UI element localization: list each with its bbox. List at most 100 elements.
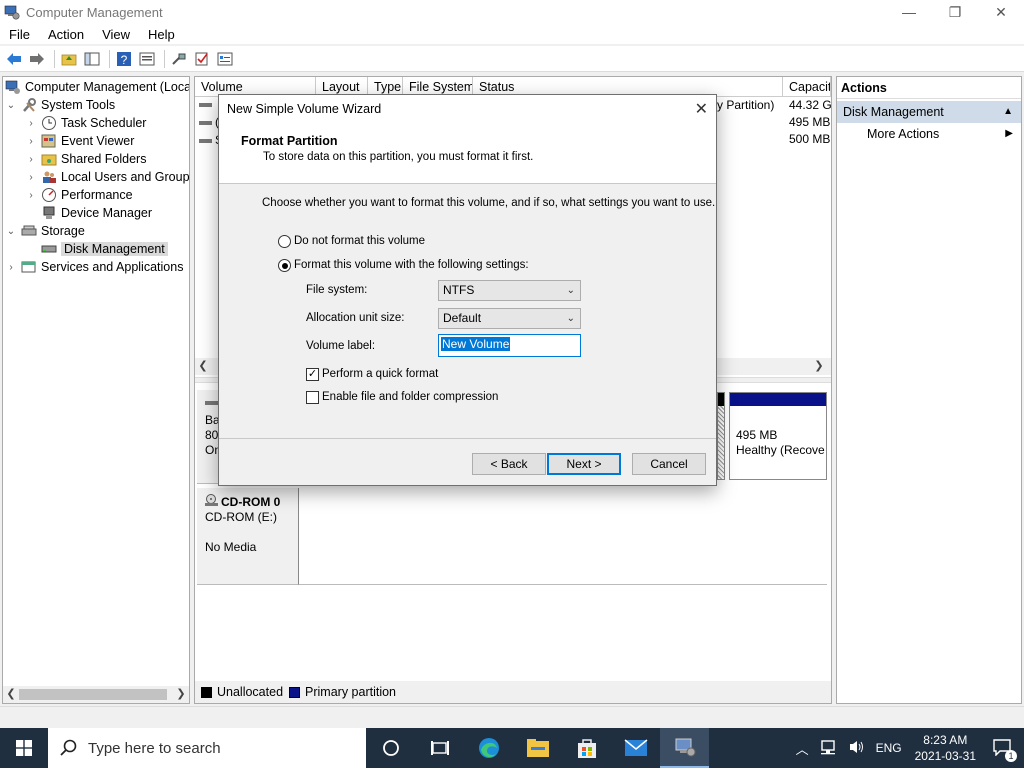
file-system-select[interactable]: NTFS ⌄ xyxy=(438,280,581,301)
tree-label: Local Users and Groups xyxy=(61,170,190,184)
scroll-right-icon[interactable]: ❯ xyxy=(173,687,189,700)
tree-label: Device Manager xyxy=(61,206,153,220)
expand-chevron-icon[interactable]: › xyxy=(5,262,17,273)
legend-swatch xyxy=(289,686,301,698)
disk-drive-icon xyxy=(41,241,57,257)
legend-unallocated: Unallocated xyxy=(201,685,283,699)
tree-item-task-scheduler[interactable]: › Task Scheduler xyxy=(25,114,146,132)
quick-format-checkbox[interactable]: ✓ xyxy=(306,368,319,381)
expand-chevron-icon[interactable]: › xyxy=(25,190,37,201)
tree-item-system-tools[interactable]: ⌄ System Tools xyxy=(5,96,115,114)
actions-section-label: Disk Management xyxy=(843,105,944,119)
tree-item-storage[interactable]: ⌄ Storage xyxy=(5,222,85,240)
scroll-thumb[interactable] xyxy=(19,689,167,700)
file-explorer-icon[interactable] xyxy=(513,728,562,768)
help-icon[interactable]: ? xyxy=(114,49,134,69)
close-window-button[interactable]: ✕ xyxy=(978,0,1024,24)
forward-arrow-icon[interactable] xyxy=(27,49,47,69)
radio-format-label[interactable]: Format this volume with the following se… xyxy=(294,259,529,271)
tree-item-services-and-applications[interactable]: › Services and Applications xyxy=(5,258,183,276)
show-hidden-icons-chevron-icon[interactable]: ︿ xyxy=(796,739,809,758)
tree-item-event-viewer[interactable]: › Event Viewer xyxy=(25,132,134,150)
actions-section-disk-management[interactable]: Disk Management ▲ xyxy=(837,101,1021,123)
services-icon xyxy=(21,259,37,275)
title-bar: Computer Management — ❐ ✕ xyxy=(0,0,1024,24)
menu-view[interactable]: View xyxy=(93,27,139,42)
recovery-partition[interactable]: 495 MB Healthy (Recove xyxy=(729,392,827,480)
cdrom-0-label[interactable]: CD-ROM 0 CD-ROM (E:) No Media xyxy=(197,488,299,585)
language-indicator[interactable]: ENG xyxy=(876,741,902,755)
tree-item-local-users[interactable]: › Local Users and Groups xyxy=(25,168,190,186)
notification-center-icon[interactable]: 1 xyxy=(992,738,1017,762)
store-icon[interactable] xyxy=(562,728,611,768)
up-folder-icon[interactable] xyxy=(59,49,79,69)
tree-label: Services and Applications xyxy=(41,260,184,274)
new-simple-volume-wizard: New Simple Volume Wizard ✕ Format Partit… xyxy=(218,94,717,486)
partition-size: 495 MB xyxy=(736,428,778,442)
start-button[interactable] xyxy=(0,728,48,768)
show-hide-tree-icon[interactable] xyxy=(82,49,102,69)
connect-icon[interactable] xyxy=(169,49,189,69)
computer-management-taskbar-icon[interactable] xyxy=(660,728,709,768)
network-icon[interactable] xyxy=(820,739,838,758)
partition-segment[interactable] xyxy=(717,392,725,480)
maximize-button[interactable]: ❐ xyxy=(932,0,978,24)
menu-file[interactable]: File xyxy=(0,27,39,42)
search-icon xyxy=(60,739,77,756)
back-arrow-icon[interactable] xyxy=(4,49,24,69)
collapse-up-icon[interactable]: ▲ xyxy=(1003,101,1013,123)
toolbar-separator xyxy=(54,49,55,68)
chevron-down-icon: ⌄ xyxy=(566,285,575,296)
next-button[interactable]: Next > xyxy=(547,453,621,475)
mail-icon[interactable] xyxy=(611,728,660,768)
minimize-button[interactable]: — xyxy=(886,0,932,24)
collapse-chevron-icon[interactable]: ⌄ xyxy=(5,226,17,237)
scroll-left-icon[interactable]: ❮ xyxy=(195,359,211,372)
volume-label-input[interactable]: New Volume xyxy=(438,334,581,357)
action-more-actions[interactable]: More Actions ▶ xyxy=(837,123,1021,145)
tools-icon xyxy=(21,97,37,113)
tree-label: Disk Management xyxy=(61,242,168,256)
tree-item-disk-management[interactable]: Disk Management xyxy=(41,240,168,258)
allocation-unit-select[interactable]: Default ⌄ xyxy=(438,308,581,329)
quick-format-label[interactable]: Perform a quick format xyxy=(322,368,438,380)
menu-help[interactable]: Help xyxy=(139,27,184,42)
expand-chevron-icon[interactable]: › xyxy=(25,172,37,183)
storage-icon xyxy=(21,223,37,239)
radio-do-not-format[interactable] xyxy=(278,235,291,248)
properties-icon[interactable] xyxy=(137,49,157,69)
tree-item-computer-management[interactable]: Computer Management (Local xyxy=(5,78,189,96)
menu-action[interactable]: Action xyxy=(39,27,93,42)
clock[interactable]: 8:23 AM 2021-03-31 xyxy=(915,732,976,764)
close-icon[interactable]: ✕ xyxy=(695,99,708,119)
compression-checkbox[interactable] xyxy=(306,391,319,404)
volume-icon[interactable] xyxy=(848,739,866,758)
tree-item-shared-folders[interactable]: › Shared Folders xyxy=(25,150,146,168)
radio-do-not-format-label[interactable]: Do not format this volume xyxy=(294,235,425,247)
column-header-capacity[interactable]: Capacit xyxy=(783,77,831,97)
scroll-right-icon[interactable]: ❯ xyxy=(811,359,827,372)
tree-item-performance[interactable]: › Performance xyxy=(25,186,133,204)
collapse-chevron-icon[interactable]: ⌄ xyxy=(5,100,17,111)
drive-icon xyxy=(199,135,213,149)
expand-chevron-icon[interactable]: › xyxy=(25,136,37,147)
cancel-button[interactable]: Cancel xyxy=(632,453,706,475)
edge-browser-icon[interactable] xyxy=(464,728,513,768)
expand-chevron-icon[interactable]: › xyxy=(25,118,37,129)
taskbar-search[interactable]: Type here to search xyxy=(48,728,366,768)
radio-format[interactable] xyxy=(278,259,291,272)
cdrom-empty-area xyxy=(299,488,827,585)
expand-chevron-icon[interactable]: › xyxy=(25,154,37,165)
computer-management-icon xyxy=(5,79,21,95)
task-view-icon[interactable] xyxy=(415,728,464,768)
legend-label: Primary partition xyxy=(305,685,397,699)
compression-label[interactable]: Enable file and folder compression xyxy=(322,391,498,403)
settings-list-icon[interactable] xyxy=(215,49,235,69)
back-button[interactable]: < Back xyxy=(472,453,546,475)
toolbar-separator xyxy=(109,49,110,68)
scroll-left-icon[interactable]: ❮ xyxy=(3,687,19,700)
tree-item-device-manager[interactable]: Device Manager xyxy=(41,204,152,222)
tree-horizontal-scrollbar[interactable]: ❮ ❯ xyxy=(3,686,189,703)
check-icon[interactable] xyxy=(192,49,212,69)
cortana-icon[interactable] xyxy=(366,728,415,768)
